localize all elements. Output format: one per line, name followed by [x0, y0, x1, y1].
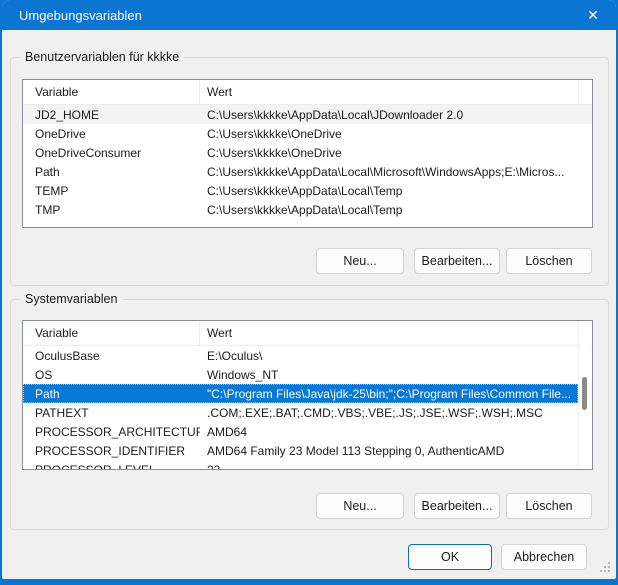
cell-variable: PROCESSOR_IDENTIFIER [23, 444, 200, 458]
cell-value: E:\Oculus\ [200, 349, 592, 363]
cancel-button[interactable]: Abbrechen [501, 544, 587, 570]
cell-variable: PATHEXT [23, 406, 200, 420]
user-table-header: Variable Wert [23, 80, 592, 105]
table-row[interactable]: OculusBase E:\Oculus\ [23, 346, 592, 365]
system-delete-button[interactable]: Löschen [506, 493, 592, 519]
close-icon: ✕ [587, 7, 599, 24]
table-row[interactable]: OneDrive C:\Users\kkkke\OneDrive [23, 124, 592, 143]
cell-variable: Path [23, 165, 200, 179]
table-row[interactable]: TEMP C:\Users\kkkke\AppData\Local\Temp [23, 181, 592, 200]
cell-value: C:\Users\kkkke\AppData\Local\JDownloader… [200, 108, 592, 122]
cell-value: C:\Users\kkkke\OneDrive [200, 127, 592, 141]
system-table-header: Variable Wert [23, 321, 592, 346]
column-header-value[interactable]: Wert [200, 80, 579, 104]
cell-variable: TMP [23, 203, 200, 217]
table-row[interactable]: TMP C:\Users\kkkke\AppData\Local\Temp [23, 200, 592, 219]
cell-value: 23 [200, 463, 592, 471]
cell-value: Windows_NT [200, 368, 592, 382]
cell-variable: JD2_HOME [23, 108, 200, 122]
user-new-button[interactable]: Neu... [316, 248, 404, 274]
scrollbar-thumb[interactable] [582, 377, 587, 410]
table-row-selected[interactable]: Path "C:\Program Files\Java\jdk-25\bin;"… [23, 384, 578, 403]
table-row[interactable]: Path C:\Users\kkkke\AppData\Local\Micros… [23, 162, 592, 181]
system-new-button[interactable]: Neu... [316, 493, 404, 519]
cell-value: AMD64 Family 23 Model 113 Stepping 0, Au… [200, 444, 592, 458]
cell-variable: OneDrive [23, 127, 200, 141]
cell-value: C:\Users\kkkke\AppData\Local\Temp [200, 203, 592, 217]
table-row[interactable]: PATHEXT .COM;.EXE;.BAT;.CMD;.VBS;.VBE;.J… [23, 403, 592, 422]
user-variables-table[interactable]: Variable Wert JD2_HOME C:\Users\kkkke\Ap… [22, 79, 593, 228]
table-row[interactable]: OneDriveConsumer C:\Users\kkkke\OneDrive [23, 143, 592, 162]
system-edit-button[interactable]: Bearbeiten... [414, 493, 500, 519]
ok-button[interactable]: OK [408, 544, 492, 570]
user-variables-legend: Benutzervariablen für kkkke [20, 50, 184, 64]
system-variables-table[interactable]: Variable Wert OculusBase E:\Oculus\ OS W… [22, 320, 593, 470]
cell-variable: OculusBase [23, 349, 200, 363]
table-row[interactable]: OS Windows_NT [23, 365, 592, 384]
cell-value: C:\Users\kkkke\AppData\Local\Microsoft\W… [200, 165, 592, 179]
column-header-variable[interactable]: Variable [23, 321, 200, 345]
table-row[interactable]: PROCESSOR_ARCHITECTURE AMD64 [23, 422, 592, 441]
cell-variable: PROCESSOR_ARCHITECTURE [23, 425, 200, 439]
cell-variable: PROCESSOR_LEVEL [23, 463, 200, 471]
table-row[interactable]: PROCESSOR_LEVEL 23 [23, 460, 592, 470]
user-delete-button[interactable]: Löschen [506, 248, 592, 274]
cell-variable: Path [23, 387, 200, 401]
cell-value: AMD64 [200, 425, 592, 439]
column-header-variable[interactable]: Variable [23, 80, 200, 104]
title-bar: Umgebungsvariablen [2, 0, 616, 30]
cell-value: .COM;.EXE;.BAT;.CMD;.VBS;.VBE;.JS;.JSE;.… [200, 406, 592, 420]
cell-variable: OS [23, 368, 200, 382]
window-title: Umgebungsvariablen [19, 8, 142, 23]
user-edit-button[interactable]: Bearbeiten... [414, 248, 500, 274]
table-row[interactable]: JD2_HOME C:\Users\kkkke\AppData\Local\JD… [23, 105, 592, 124]
vertical-scrollbar[interactable] [578, 322, 591, 468]
resize-grip[interactable] [598, 560, 610, 572]
cell-value: C:\Users\kkkke\AppData\Local\Temp [200, 184, 592, 198]
cell-value: "C:\Program Files\Java\jdk-25\bin;";C:\P… [200, 387, 578, 401]
table-row[interactable]: PROCESSOR_IDENTIFIER AMD64 Family 23 Mod… [23, 441, 592, 460]
header-gutter [579, 80, 592, 104]
column-header-value[interactable]: Wert [200, 321, 579, 345]
cell-value: C:\Users\kkkke\OneDrive [200, 146, 592, 160]
environment-variables-dialog: Umgebungsvariablen ✕ Benutzervariablen f… [2, 0, 616, 579]
cell-variable: TEMP [23, 184, 200, 198]
cell-variable: OneDriveConsumer [23, 146, 200, 160]
system-variables-legend: Systemvariablen [20, 292, 122, 306]
close-button[interactable]: ✕ [570, 0, 616, 30]
